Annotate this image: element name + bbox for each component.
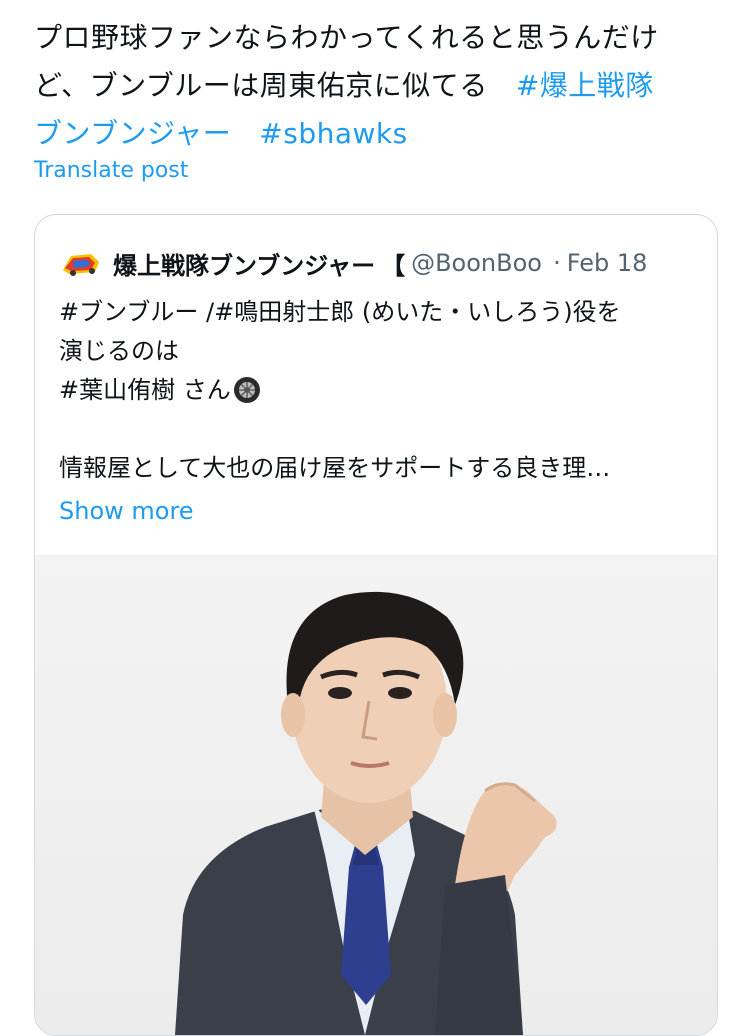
quoted-body-text: #葉山侑樹 さん xyxy=(59,376,231,404)
hashtag-link-bakuage[interactable]: #爆上戦隊 xyxy=(516,69,654,102)
quoted-body-line-2: 演じるのは xyxy=(59,337,179,365)
post-text-fragment: ど、ブンブルーは周東佑京に似てる xyxy=(34,69,488,102)
quoted-body-line-3: #葉山侑樹 さん xyxy=(59,371,699,410)
show-more-link[interactable]: Show more xyxy=(59,492,699,531)
post-text-line-3: ブンブンジャー #sbhawks xyxy=(34,110,724,158)
quoted-post-image[interactable] xyxy=(35,555,717,1035)
hashtag-link-bakuage-cont[interactable]: ブンブンジャー xyxy=(34,117,231,150)
quoted-post-date[interactable]: Feb 18 xyxy=(567,249,648,277)
quoted-name-suffix: 【 xyxy=(381,251,406,280)
quoted-post-header: 爆上戦隊ブンブンジャー 【 @BoonBoo · Feb 18 xyxy=(61,243,701,283)
quoted-body-line-1: #ブンブルー /#鳴田射士郎 (めいた・いしろう)役を xyxy=(59,298,621,326)
quoted-post-card[interactable]: 爆上戦隊ブンブンジャー 【 @BoonBoo · Feb 18 #ブンブルー /… xyxy=(34,214,718,1036)
hashtag-link-sbhawks[interactable]: #sbhawks xyxy=(259,117,407,150)
post-text-line-2: ど、ブンブルーは周東佑京に似てる #爆上戦隊 xyxy=(34,62,724,110)
tire-icon xyxy=(233,377,260,403)
portrait-photo xyxy=(175,591,557,1035)
quoted-body-line-4: 情報屋として大也の届け屋をサポートする良き理… xyxy=(59,454,611,482)
header-separator: · xyxy=(553,249,561,277)
post-text: プロ野球ファンならわかってくれると思うんだけ ど、ブンブルーは周東佑京に似てる #… xyxy=(34,14,724,158)
post-text-line-1: プロ野球ファンならわかってくれると思うんだけ xyxy=(34,21,659,54)
quoted-display-name[interactable]: 爆上戦隊ブンブンジャー xyxy=(113,246,375,281)
translate-post-link[interactable]: Translate post xyxy=(34,158,188,183)
quoted-account-avatar[interactable] xyxy=(61,248,101,278)
quoted-handle[interactable]: @BoonBoo xyxy=(411,249,551,277)
quoted-post-body: #ブンブルー /#鳴田射士郎 (めいた・いしろう)役を 演じるのは #葉山侑樹 … xyxy=(59,293,699,531)
